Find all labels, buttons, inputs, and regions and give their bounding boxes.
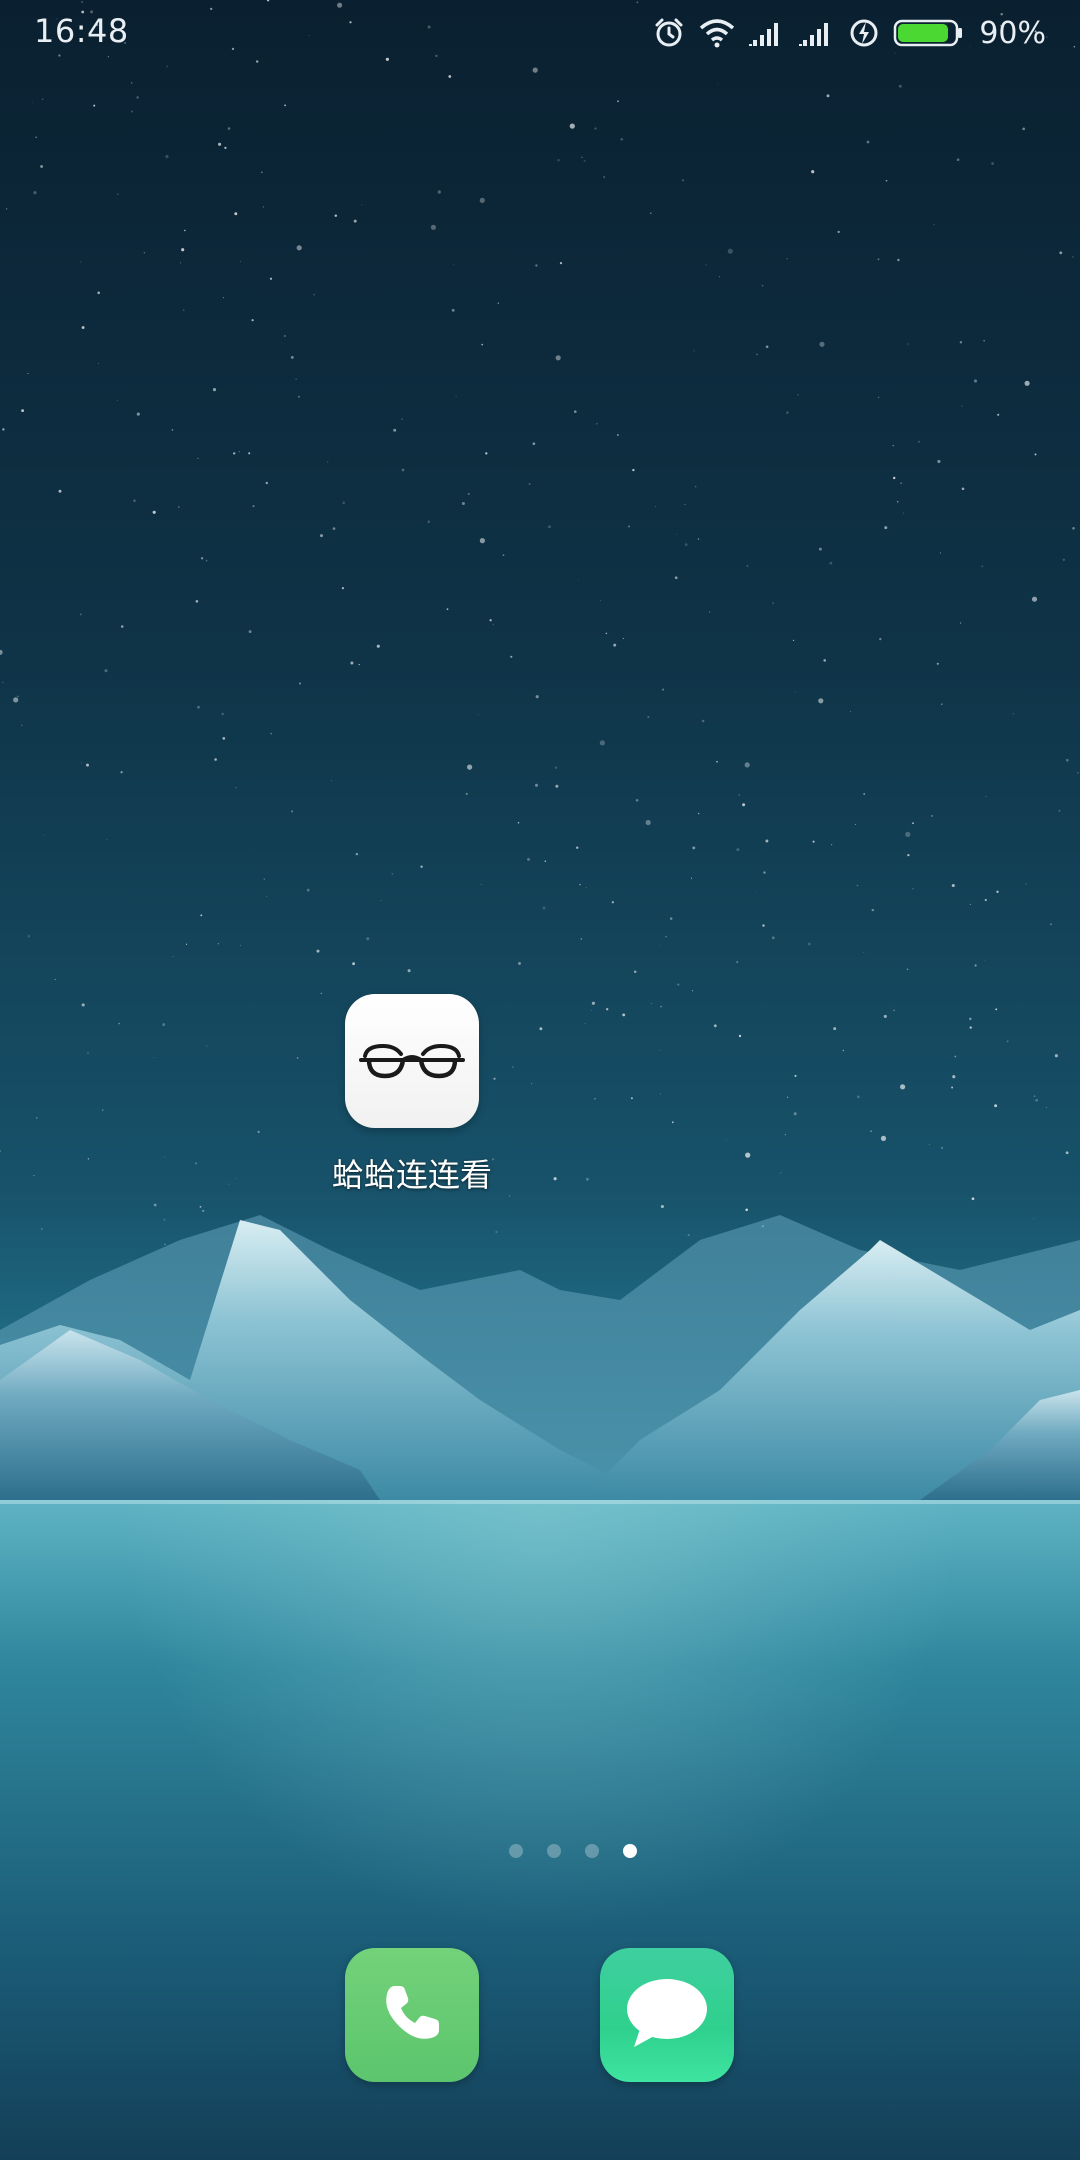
status-bar: 16:48 90% — [0, 0, 1080, 66]
home-screen: 16:48 90% 蛤蛤连连看 — [0, 0, 1080, 2160]
wifi-icon — [699, 18, 735, 48]
page-dot[interactable] — [585, 1844, 599, 1858]
app-label: 蛤蛤连连看 — [331, 1156, 492, 1194]
messages-app-button[interactable] — [600, 1948, 734, 2082]
phone-app-button[interactable] — [345, 1948, 479, 2082]
app-icon[interactable] — [345, 994, 479, 1128]
battery-fill — [898, 24, 949, 42]
alarm-icon — [653, 17, 685, 49]
status-icons: 90% — [653, 14, 1046, 52]
message-icon — [622, 1973, 712, 2057]
battery-icon — [893, 18, 963, 48]
page-indicator — [0, 1844, 1080, 1858]
signal-icon — [749, 18, 785, 48]
page-dot-active[interactable] — [623, 1844, 637, 1858]
glasses-icon — [357, 1034, 467, 1088]
app-shortcut[interactable]: 蛤蛤连连看 — [302, 994, 522, 1196]
signal-icon — [799, 18, 835, 48]
phone-icon — [377, 1978, 447, 2052]
page-dot[interactable] — [547, 1844, 561, 1858]
charging-icon — [849, 17, 879, 49]
wallpaper — [0, 0, 1080, 2160]
battery-percent: 90% — [979, 15, 1046, 51]
page-dot[interactable] — [509, 1844, 523, 1858]
status-time: 16:48 — [34, 12, 129, 50]
